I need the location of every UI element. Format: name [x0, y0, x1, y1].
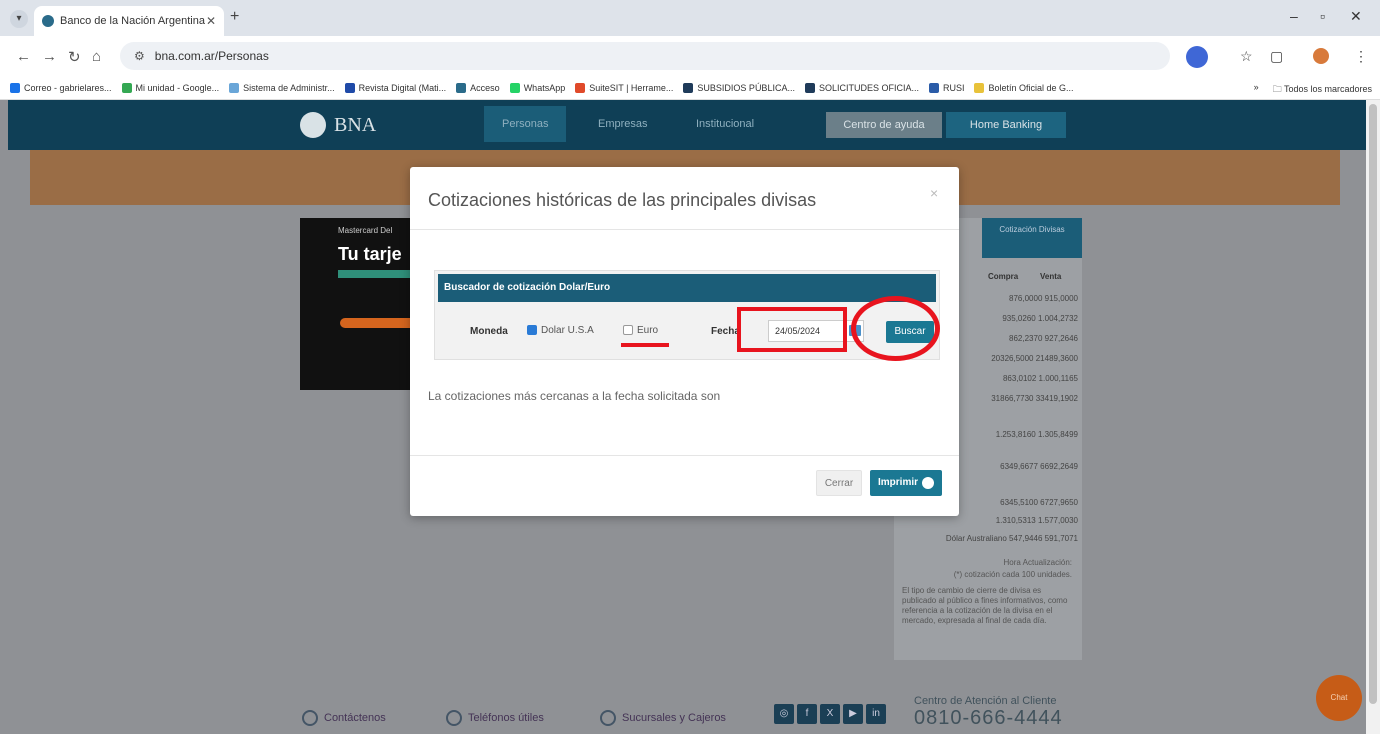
page-scrollbar[interactable] [1366, 100, 1380, 734]
new-tab-icon[interactable]: + [230, 8, 239, 26]
bookmark-item[interactable]: SuiteSIT | Herrame... [575, 82, 673, 93]
centro-atencion: Centro de Atención al Cliente 0810-666-4… [914, 695, 1063, 729]
home-icon[interactable]: ⌂ [92, 48, 101, 65]
promo-card[interactable]: Mastercard Del Tu tarje [300, 218, 410, 390]
phone-number: 0810-666-4444 [914, 707, 1063, 729]
buscador-header: Buscador de cotización Dolar/Euro [438, 274, 936, 302]
address-bar[interactable]: ⚙ bna.com.ar/Personas [120, 42, 1170, 70]
maximize-icon[interactable]: ▫ [1320, 8, 1325, 24]
bookmark-item[interactable]: Sistema de Administr... [229, 82, 335, 93]
browser-tab-bar: ▾ Banco de la Nación Argentina ✕ + – ▫ ✕ [0, 0, 1380, 36]
reload-icon[interactable]: ↻ [68, 48, 81, 66]
annotation-rectangle [737, 307, 847, 352]
euro-checkbox[interactable] [623, 325, 633, 335]
promo-cta-button[interactable] [340, 318, 410, 328]
dolar-checkbox[interactable] [527, 325, 537, 335]
bookmark-item[interactable]: Correo - gabrielares... [10, 82, 112, 93]
contactenos-link[interactable]: Contáctenos [302, 710, 386, 726]
sucursales-link[interactable]: Sucursales y Cajeros [600, 710, 726, 726]
browser-toolbar: ← → ↻ ⌂ ⚙ bna.com.ar/Personas [0, 36, 1380, 76]
euro-label[interactable]: Euro [637, 325, 658, 336]
chat-bubble-button[interactable]: Chat [1316, 675, 1362, 721]
close-icon[interactable]: × [930, 185, 938, 201]
annotation-underline [621, 343, 669, 347]
nav-institucional[interactable]: Institucional [696, 118, 754, 130]
forward-icon[interactable]: → [42, 48, 57, 65]
x-icon[interactable]: X [820, 704, 840, 724]
rate-row: 1.310,5313 1.577,0030 [995, 516, 1078, 525]
site-info-icon[interactable]: ⚙ [134, 49, 145, 63]
tab-search-icon[interactable]: ▾ [10, 10, 28, 28]
bookmark-item[interactable]: WhatsApp [509, 82, 565, 93]
bna-logo-icon [300, 112, 326, 138]
moneda-label: Moneda [470, 326, 508, 337]
bookmarks-overflow[interactable]: » [1254, 82, 1259, 98]
telefonos-link[interactable]: Teléfonos útiles [446, 710, 544, 726]
bookmark-item[interactable]: RUSI [928, 82, 964, 93]
result-text: La cotizaciones más cercanas a la fecha … [428, 389, 721, 403]
extension-avatar[interactable] [1313, 48, 1329, 64]
url-text: bna.com.ar/Personas [154, 49, 269, 63]
chat-icon [302, 710, 318, 726]
dolar-label[interactable]: Dolar U.S.A [541, 325, 594, 336]
tab-cotizacion-divisas[interactable]: Cotización Divisas [982, 218, 1082, 258]
nav-empresas[interactable]: Empresas [598, 118, 648, 130]
close-tab-icon[interactable]: ✕ [206, 14, 216, 28]
centro-ayuda-button[interactable]: Centro de ayuda [826, 112, 942, 138]
browser-tab[interactable]: Banco de la Nación Argentina ✕ [34, 6, 224, 36]
location-icon [600, 710, 616, 726]
menu-icon[interactable]: ⋮ [1354, 48, 1368, 65]
minimize-icon[interactable]: – [1290, 8, 1298, 24]
modal-title: Cotizaciones históricas de las principal… [428, 190, 817, 210]
nav-personas[interactable]: Personas [484, 106, 567, 142]
annotation-circle [851, 296, 940, 361]
bookmark-item[interactable]: Mi unidad - Google... [121, 82, 219, 93]
fecha-label: Fecha [711, 326, 740, 337]
cerrar-button[interactable]: Cerrar [816, 470, 862, 496]
bookmark-item[interactable]: SOLICITUDES OFICIA... [804, 82, 919, 93]
extensions-icon[interactable]: ▢ [1270, 48, 1283, 65]
rate-row: Dólar Australiano 547,9446 591,7071 [945, 534, 1078, 543]
imprimir-button[interactable]: Imprimir [870, 470, 942, 496]
bookmark-item[interactable]: Boletín Oficial de G... [974, 82, 1074, 93]
phone-icon [446, 710, 462, 726]
bookmark-item[interactable]: Acceso [456, 82, 500, 93]
instagram-icon[interactable]: ◎ [774, 704, 794, 724]
close-window-icon[interactable]: ✕ [1350, 8, 1362, 25]
all-bookmarks-folder[interactable]: 🗀 Todos los marcadores [1273, 82, 1372, 98]
facebook-icon[interactable]: f [797, 704, 817, 724]
bookmarks-bar: Correo - gabrielares... Mi unidad - Goog… [0, 76, 1380, 100]
bookmark-item[interactable]: Revista Digital (Mati... [344, 82, 446, 93]
home-banking-button[interactable]: Home Banking [946, 112, 1066, 138]
bna-logo[interactable]: BNA [300, 112, 376, 138]
social-links: ◎ f X ▶ in [774, 704, 886, 724]
youtube-icon[interactable]: ▶ [843, 704, 863, 724]
print-icon [922, 477, 934, 489]
bookmark-star-icon[interactable]: ☆ [1240, 48, 1253, 65]
site-header: BNA Personas Empresas Institucional Cent… [8, 100, 1366, 150]
linkedin-icon[interactable]: in [866, 704, 886, 724]
back-icon[interactable]: ← [16, 48, 31, 65]
bookmark-item[interactable]: SUBSIDIOS PÚBLICA... [683, 82, 795, 93]
favicon-icon [42, 15, 54, 27]
profile-avatar[interactable] [1186, 46, 1208, 68]
tab-title: Banco de la Nación Argentina [60, 15, 205, 27]
